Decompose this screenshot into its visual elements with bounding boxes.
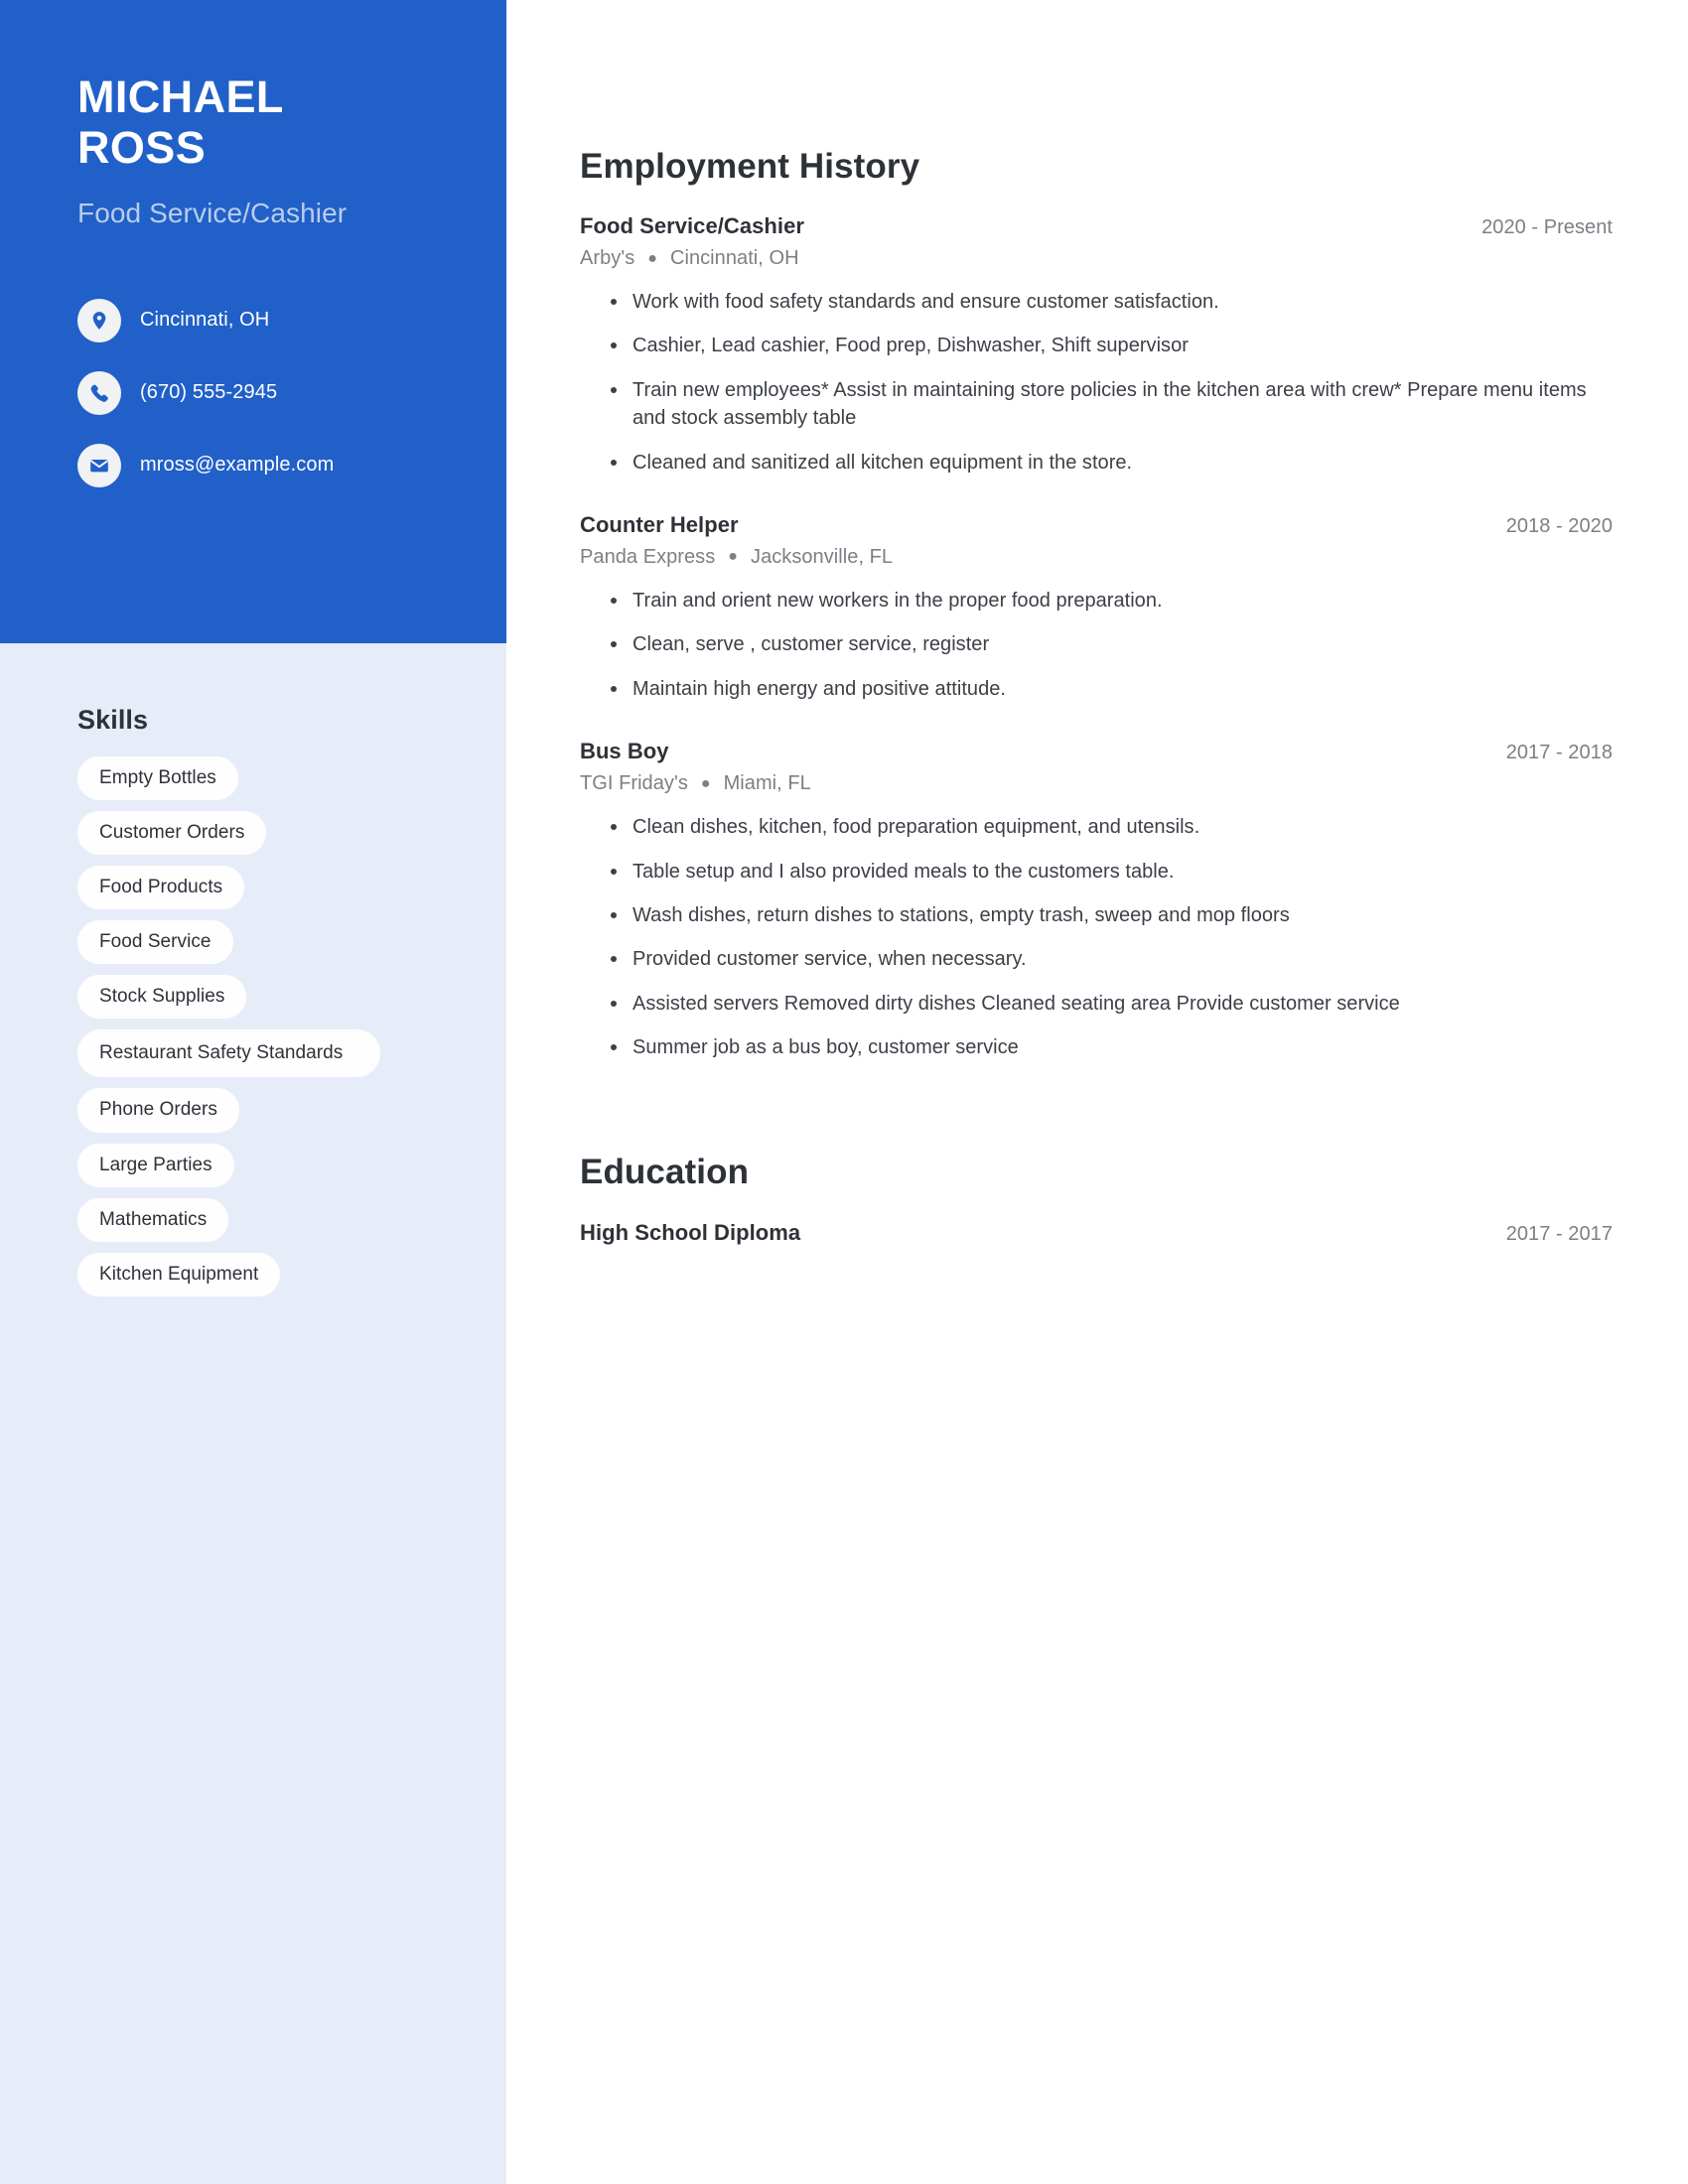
- list-item: Summer job as a bus boy, customer servic…: [611, 1033, 1613, 1061]
- contact-email-text: mross@example.com: [140, 454, 335, 477]
- sidebar-header: MICHAEL ROSS Food Service/Cashier Cincin…: [0, 0, 506, 643]
- list-item: Clean, serve , customer service, registe…: [611, 630, 1613, 658]
- job-meta: TGI Friday's ● Miami, FL: [580, 772, 1613, 795]
- list-item: Provided customer service, when necessar…: [611, 945, 1613, 973]
- degree-name: High School Diploma: [580, 1220, 801, 1246]
- list-item: Work with food safety standards and ensu…: [611, 288, 1613, 316]
- skills-section-title: Skills: [77, 705, 149, 735]
- job-title: Counter Helper: [580, 511, 739, 537]
- job-dates: 2017 - 2018: [1505, 742, 1613, 764]
- list-item: Train new employees* Assist in maintaini…: [611, 376, 1613, 433]
- list-item: Maintain high energy and positive attitu…: [611, 675, 1613, 703]
- job-location: Miami, FL: [723, 772, 811, 795]
- list-item: Assisted servers Removed dirty dishes Cl…: [611, 990, 1613, 1018]
- list-item: Phone Orders: [77, 1088, 447, 1143]
- skill-pill: Empty Bottles: [77, 756, 238, 801]
- skill-pill: Phone Orders: [77, 1088, 239, 1133]
- job-dates: 2018 - 2020: [1505, 514, 1613, 537]
- bullet-separator-icon: ●: [728, 548, 739, 566]
- entry-header: High School Diploma 2017 - 2017: [580, 1220, 1613, 1246]
- list-item: Large Parties: [77, 1143, 447, 1198]
- list-item: Empty Bottles: [77, 756, 447, 811]
- candidate-job-title: Food Service/Cashier: [77, 197, 348, 228]
- company-name: Arby's: [580, 247, 635, 269]
- main-content: Employment History Food Service/Cashier …: [506, 0, 1688, 2184]
- list-item: Stock Supplies: [77, 975, 447, 1029]
- education-title: Education: [580, 1153, 750, 1192]
- skill-pill: Stock Supplies: [77, 975, 247, 1020]
- list-item: Mathematics: [77, 1197, 447, 1253]
- skill-pill: Large Parties: [77, 1143, 234, 1187]
- candidate-name: MICHAEL ROSS: [77, 71, 429, 174]
- list-item: Wash dishes, return dishes to stations, …: [611, 901, 1613, 929]
- entry-header: Bus Boy 2017 - 2018: [580, 739, 1613, 764]
- employment-entry: Counter Helper 2018 - 2020 Panda Express…: [580, 512, 1613, 703]
- first-name: MICHAEL: [77, 71, 284, 122]
- location-pin-icon: [77, 298, 121, 342]
- skills-list: Empty Bottles Customer Orders Food Produ…: [77, 756, 447, 1307]
- envelope-icon: [77, 443, 121, 487]
- list-item: Cleaned and sanitized all kitchen equipm…: [611, 449, 1613, 477]
- list-item: Table setup and I also provided meals to…: [611, 858, 1613, 886]
- employment-history-title: Employment History: [580, 147, 920, 186]
- entry-header: Counter Helper 2018 - 2020: [580, 512, 1613, 538]
- last-name: ROSS: [77, 122, 207, 174]
- contact-item-email: mross@example.com: [77, 443, 429, 487]
- skill-pill: Food Service: [77, 920, 233, 965]
- list-item: Cashier, Lead cashier, Food prep, Dishwa…: [611, 332, 1613, 359]
- list-item: Customer Orders: [77, 811, 447, 866]
- contact-location-text: Cincinnati, OH: [140, 309, 270, 332]
- skill-pill: Mathematics: [77, 1197, 229, 1242]
- job-bullets: Clean dishes, kitchen, food preparation …: [580, 813, 1613, 1061]
- skill-pill: Restaurant Safety Standards: [77, 1029, 380, 1078]
- bullet-separator-icon: ●: [647, 249, 657, 267]
- job-dates: 2020 - Present: [1481, 216, 1613, 238]
- contact-item-location: Cincinnati, OH: [77, 298, 429, 342]
- job-location: Jacksonville, FL: [751, 545, 894, 568]
- skill-pill: Food Products: [77, 866, 245, 910]
- job-meta: Arby's ● Cincinnati, OH: [580, 247, 1613, 270]
- degree-dates: 2017 - 2017: [1505, 1223, 1613, 1246]
- company-name: Panda Express: [580, 545, 716, 568]
- sidebar-body: Skills Empty Bottles Customer Orders Foo…: [0, 643, 506, 2184]
- list-item: Food Products: [77, 866, 447, 920]
- job-meta: Panda Express ● Jacksonville, FL: [580, 546, 1613, 569]
- employment-entry: Food Service/Cashier 2020 - Present Arby…: [580, 213, 1613, 477]
- list-item: Food Service: [77, 920, 447, 975]
- job-title: Bus Boy: [580, 739, 669, 764]
- education-entry: High School Diploma 2017 - 2017: [580, 1220, 1613, 1246]
- list-item: Restaurant Safety Standards: [77, 1029, 447, 1078]
- phone-icon: [77, 370, 121, 415]
- company-name: TGI Friday's: [580, 772, 688, 795]
- skill-pill: Customer Orders: [77, 811, 267, 856]
- job-title: Food Service/Cashier: [580, 213, 804, 238]
- sidebar: MICHAEL ROSS Food Service/Cashier Cincin…: [0, 0, 506, 2184]
- resume-page: MICHAEL ROSS Food Service/Cashier Cincin…: [0, 0, 1688, 2184]
- contact-list: Cincinnati, OH (670) 555-2945 mross@exam…: [77, 298, 429, 487]
- job-bullets: Train and orient new workers in the prop…: [580, 587, 1613, 703]
- bullet-separator-icon: ●: [700, 774, 711, 792]
- list-item: Clean dishes, kitchen, food preparation …: [611, 813, 1613, 841]
- skill-pill: Kitchen Equipment: [77, 1252, 281, 1297]
- entry-header: Food Service/Cashier 2020 - Present: [580, 213, 1613, 239]
- list-item: Train and orient new workers in the prop…: [611, 587, 1613, 614]
- list-item: Kitchen Equipment: [77, 1252, 447, 1307]
- contact-phone-text: (670) 555-2945: [140, 381, 278, 404]
- contact-item-phone: (670) 555-2945: [77, 370, 429, 415]
- job-location: Cincinnati, OH: [669, 247, 799, 269]
- job-bullets: Work with food safety standards and ensu…: [580, 288, 1613, 477]
- employment-entry: Bus Boy 2017 - 2018 TGI Friday's ● Miami…: [580, 739, 1613, 1061]
